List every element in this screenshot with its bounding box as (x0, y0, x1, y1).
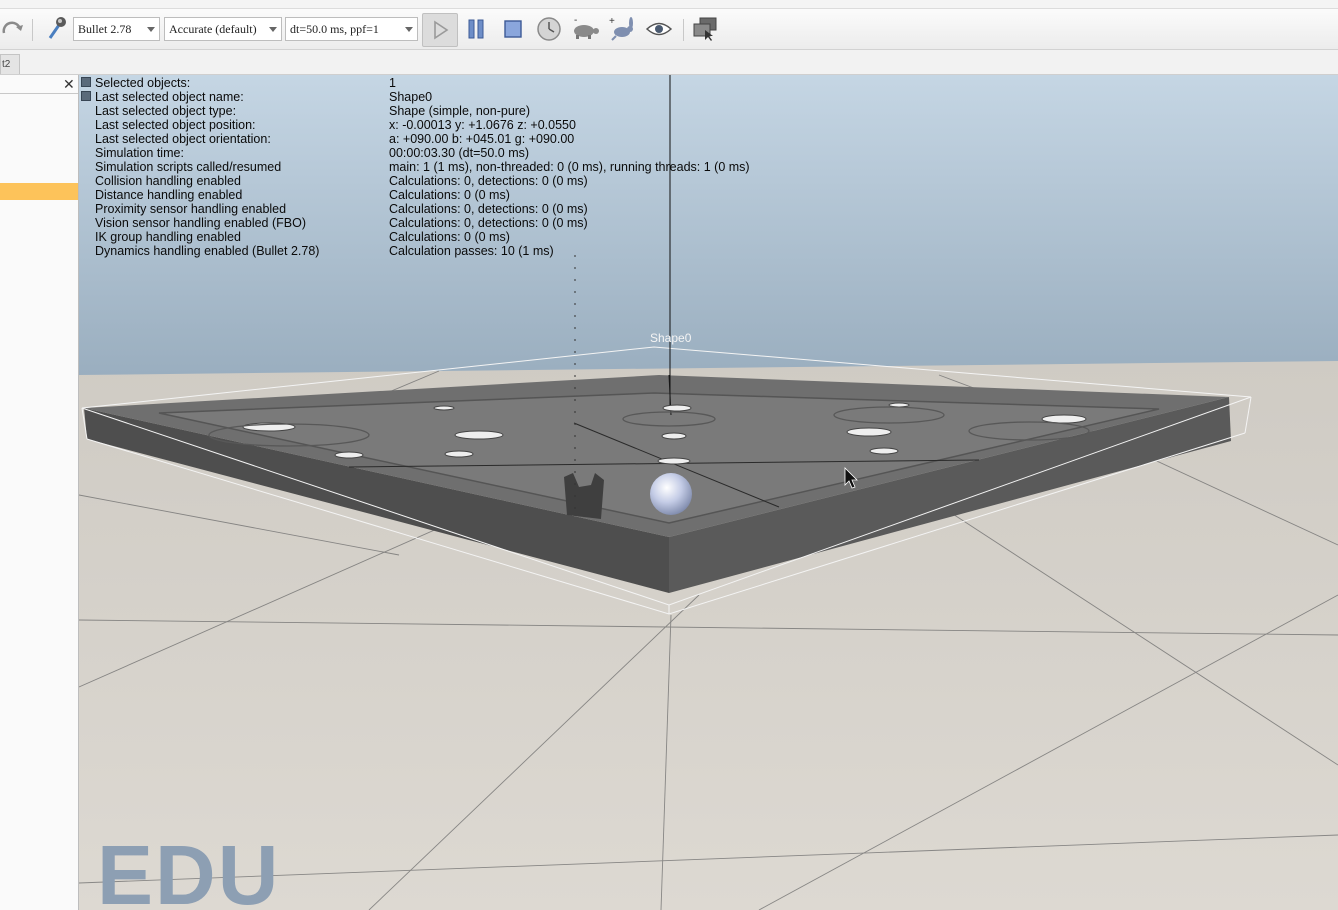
info-value: Shape (simple, non-pure) (389, 104, 531, 118)
scene-viewport[interactable]: Selected objects: 1 Last selected object n… (79, 75, 1338, 910)
svg-text:+: + (609, 16, 615, 27)
dynamics-settings-icon[interactable] (42, 15, 70, 43)
hierarchy-selected-item[interactable] (0, 183, 78, 200)
info-label: Proximity sensor handling enabled (95, 202, 287, 216)
windows-icon (693, 17, 717, 41)
info-value: Shape0 (389, 90, 433, 104)
simulation-toolbar: Bullet 2.78 Accurate (default) dt=50.0 m… (0, 9, 1338, 50)
scene-hierarchy-panel: ✕ (0, 75, 79, 910)
info-value: a: +090.00 b: +045.01 g: +090.00 (389, 132, 575, 146)
info-label: Selected objects: (95, 76, 191, 90)
stop-simulation-button[interactable] (500, 15, 526, 43)
rabbit-icon: + (609, 16, 633, 41)
title-strip (0, 0, 1338, 9)
info-value: Calculations: 0, detections: 0 (0 ms) (389, 174, 588, 188)
turtle-icon: - (574, 16, 599, 39)
time-step-value: dt=50.0 ms, ppf=1 (290, 21, 379, 36)
info-label: Last selected object orientation: (95, 132, 271, 146)
info-label: IK group handling enabled (95, 230, 241, 244)
accuracy-value: Accurate (default) (169, 21, 257, 36)
info-label: Dynamics handling enabled (Bullet 2.78) (95, 244, 320, 258)
info-value: 00:00:03.30 (dt=50.0 ms) (389, 146, 530, 160)
info-expand-toggle-icon[interactable] (81, 91, 91, 101)
scene-render (79, 75, 1338, 910)
speed-up-button[interactable]: + (607, 15, 639, 43)
info-value: Calculation passes: 10 (1 ms) (389, 244, 554, 258)
real-time-toggle-button[interactable] (535, 15, 563, 43)
info-value: Calculations: 0 (0 ms) (389, 230, 510, 244)
redo-icon[interactable] (0, 15, 26, 43)
info-label: Distance handling enabled (95, 188, 243, 202)
play-icon (434, 20, 449, 40)
tab-scene[interactable]: t2 (0, 54, 20, 74)
selected-object-label: Shape0 (650, 331, 692, 345)
edu-watermark: EDU (97, 828, 281, 910)
chevron-down-icon (405, 27, 413, 32)
pause-icon (468, 19, 484, 39)
scene-window-button[interactable] (690, 15, 720, 43)
close-icon[interactable]: ✕ (63, 77, 75, 91)
time-step-select[interactable]: dt=50.0 ms, ppf=1 (285, 17, 418, 41)
chevron-down-icon (147, 27, 155, 32)
toolbar-separator (32, 19, 33, 41)
info-label: Vision sensor handling enabled (FBO) (95, 216, 307, 230)
info-label: Last selected object type: (95, 104, 237, 118)
clock-icon (537, 17, 561, 41)
physics-engine-select[interactable]: Bullet 2.78 (73, 17, 160, 41)
slow-down-button[interactable]: - (570, 15, 602, 43)
chevron-down-icon (269, 27, 277, 32)
info-value: 1 (389, 76, 396, 90)
physics-engine-value: Bullet 2.78 (78, 21, 132, 36)
tab-label: t2 (2, 59, 11, 70)
toolbar-separator (683, 19, 684, 41)
pause-simulation-button[interactable] (463, 15, 489, 43)
panel-divider (0, 93, 78, 94)
info-collapse-toggle-icon[interactable] (81, 77, 91, 87)
info-label: Last selected object name: (95, 90, 244, 104)
info-label: Simulation time: (95, 146, 184, 160)
stop-icon (504, 20, 522, 38)
info-value: Calculations: 0 (0 ms) (389, 188, 510, 202)
info-value: main: 1 (1 ms), non-threaded: 0 (0 ms), … (389, 160, 750, 174)
info-label: Simulation scripts called/resumed (95, 160, 282, 174)
info-value: Calculations: 0, detections: 0 (0 ms) (389, 216, 588, 230)
scene-tab-bar: t2 (0, 50, 1338, 75)
start-simulation-button[interactable] (422, 13, 458, 47)
info-value: x: -0.00013 y: +1.0676 z: +0.0550 (389, 118, 576, 132)
info-value: Calculations: 0, detections: 0 (0 ms) (389, 202, 588, 216)
eye-icon (645, 22, 673, 36)
info-label: Collision handling enabled (95, 174, 241, 188)
visualization-toggle-button[interactable] (644, 15, 674, 43)
svg-text:-: - (574, 16, 577, 26)
info-label: Last selected object position: (95, 118, 256, 132)
accuracy-select[interactable]: Accurate (default) (164, 17, 282, 41)
